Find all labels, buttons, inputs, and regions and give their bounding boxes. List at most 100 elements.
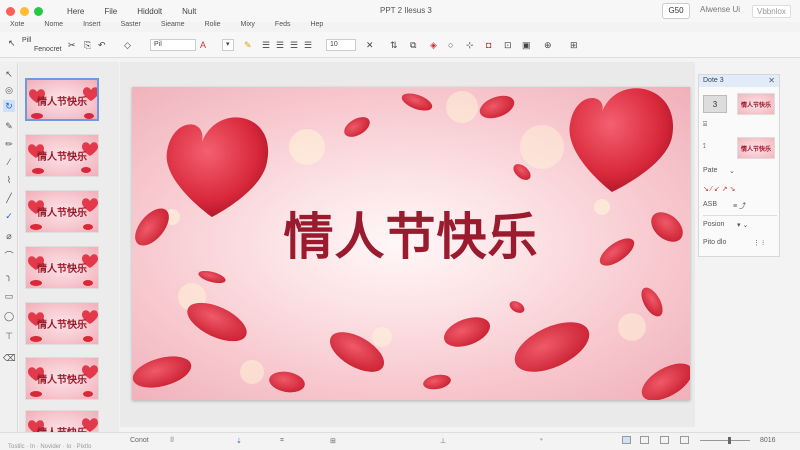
account-selector[interactable]: Alwense Ui	[700, 5, 740, 14]
pointer-tool-icon[interactable]: ↖	[3, 68, 15, 80]
lock-icon[interactable]: ⌸	[703, 121, 707, 129]
align-right-icon[interactable]: ☰	[290, 39, 298, 51]
slide-thumbnail-4[interactable]: 情人节快乐	[25, 246, 99, 289]
zoom-slider[interactable]	[700, 440, 750, 441]
font-color-icon[interactable]: A	[200, 39, 206, 51]
lasso-tool-icon[interactable]: ◎	[3, 84, 15, 96]
tab-saster[interactable]: Saster	[111, 18, 151, 32]
maximize-window-button[interactable]	[34, 6, 43, 16]
position-chevron-icon[interactable]: ▾ ⌄	[737, 221, 748, 229]
find-icon[interactable]: ⊕	[544, 39, 552, 51]
tab-xote[interactable]: Xote	[0, 18, 34, 32]
minimize-window-button[interactable]	[20, 6, 29, 16]
position-section-label: Posion	[703, 221, 725, 228]
arrange-icon[interactable]: ⧉	[410, 39, 416, 51]
line-shape-icon[interactable]: ⊹	[466, 39, 474, 51]
zoom-slider-handle[interactable]	[728, 437, 731, 444]
slide-thumbnail-2[interactable]: 情人节快乐	[25, 134, 99, 177]
font-name-dropdown[interactable]: Pil	[150, 39, 196, 51]
effects-icon[interactable]: ⊡	[504, 39, 512, 51]
reading-view-button[interactable]	[660, 436, 669, 444]
position-stepper-icon[interactable]: ⋮ ⁝	[753, 239, 764, 247]
tab-sieame[interactable]: Sieame	[151, 18, 195, 32]
tab-feds[interactable]: Feds	[265, 18, 301, 32]
layout-preview-2[interactable]: 情人节快乐	[737, 137, 775, 159]
thumbnail-title: 情人节快乐	[37, 264, 87, 275]
text-tool-icon[interactable]: ⊤	[3, 330, 15, 342]
font-size-dropdown[interactable]: 10	[326, 39, 356, 51]
shape-icon[interactable]: ◇	[124, 39, 131, 51]
align-left-icon[interactable]: ☰	[262, 39, 270, 51]
outline-color-icon[interactable]: ◘	[486, 39, 491, 51]
slide-thumbnail-3[interactable]: 情人节快乐	[25, 190, 99, 233]
close-window-button[interactable]	[6, 6, 15, 16]
rectangle-tool-icon[interactable]: ▭	[3, 290, 15, 302]
clear-format-icon[interactable]: ✕	[366, 39, 374, 51]
check-tool-icon[interactable]: ✓	[3, 210, 15, 222]
replace-icon[interactable]: ⊞	[570, 39, 578, 51]
slide-thumbnail-7[interactable]: 情人节快乐	[25, 410, 99, 432]
tab-rolie[interactable]: Rolie	[195, 18, 231, 32]
font-options-chevron-icon[interactable]: ▾	[222, 39, 234, 51]
tab-nome[interactable]: Nome	[34, 18, 73, 32]
tab-mixy[interactable]: Mixy	[231, 18, 265, 32]
slide-title[interactable]: 情人节快乐	[132, 197, 690, 269]
line-tool-icon[interactable]: ╱	[3, 192, 15, 204]
status-comment-icon[interactable]: ⌗	[280, 437, 284, 445]
bend-tool-icon[interactable]: ╮	[3, 270, 15, 282]
text-direction-icon[interactable]: ⇅	[390, 39, 398, 51]
tab-insert[interactable]: Insert	[73, 18, 111, 32]
pen-tool-icon[interactable]: ✎	[3, 120, 15, 132]
paste-label[interactable]: Pill	[22, 35, 31, 47]
status-spell-icon[interactable]: ⊥	[440, 437, 446, 445]
marker-tool-icon[interactable]: ⁄	[3, 156, 15, 168]
pencil-tool-icon[interactable]: ✏	[3, 138, 15, 150]
cut-icon[interactable]: ✂	[68, 39, 76, 51]
circle-shape-icon[interactable]: ○	[448, 39, 453, 51]
distribute-icon[interactable]: ≡ ⤴	[733, 201, 746, 211]
status-layout-icon[interactable]: ⊞	[330, 437, 336, 445]
justify-icon[interactable]: ☰	[304, 39, 312, 51]
copy-icon[interactable]: ⎘	[84, 39, 91, 51]
status-notes-icon[interactable]: ⌷	[170, 437, 174, 445]
ellipse-tool-icon[interactable]: ◯	[3, 310, 15, 322]
picture-icon[interactable]: ▣	[522, 39, 531, 51]
menu-item-here[interactable]: Here	[57, 7, 94, 16]
layout-preview-1[interactable]: 情人节快乐	[737, 93, 775, 115]
account-extra-button[interactable]: Vbbnlox	[752, 5, 791, 18]
menu-item-nult[interactable]: Nult	[172, 7, 206, 16]
slide-thumbnails-panel: 情人节快乐 情人节快乐 情人节快乐 情人节快乐 情人节快乐 情人节快乐	[19, 62, 119, 432]
status-sort-icon[interactable]: ⇣	[236, 437, 242, 445]
menu-item-file[interactable]: File	[94, 7, 127, 16]
highlight-icon[interactable]: ✎	[244, 39, 252, 51]
zoom-level[interactable]: 8016	[760, 437, 776, 444]
grid-view-button[interactable]	[640, 436, 649, 444]
slideshow-button[interactable]	[680, 436, 689, 444]
eraser-tool-icon[interactable]: ⌫	[3, 352, 16, 364]
panel-row-chevron-icon[interactable]: ⌄	[729, 167, 735, 175]
slide-number-box[interactable]: 3	[703, 95, 727, 113]
rotate-tool-icon[interactable]: ↻	[3, 100, 15, 112]
slide-thumbnail-5[interactable]: 情人节快乐	[25, 302, 99, 345]
slide-thumbnail-1[interactable]: 情人节快乐	[25, 78, 99, 121]
share-button[interactable]: G50	[662, 3, 690, 19]
normal-view-button[interactable]	[622, 436, 631, 444]
brush-tool-icon[interactable]: ⌇	[3, 174, 15, 186]
undo-icon[interactable]: ↶	[98, 39, 106, 51]
cursor-tool-icon[interactable]: ↖	[8, 37, 16, 49]
slide-thumbnail-6[interactable]: 情人节快乐	[25, 357, 99, 400]
position-value-label: Pito dlo	[703, 239, 727, 246]
eyedropper-tool-icon[interactable]: ⌀	[3, 230, 15, 242]
tab-hep[interactable]: Hep	[300, 18, 333, 32]
fill-color-icon[interactable]: ◈	[430, 39, 437, 51]
curve-tool-icon[interactable]: ⌒	[3, 250, 15, 262]
align-center-icon[interactable]: ☰	[276, 39, 284, 51]
format-painter-label[interactable]: Fenocret	[34, 44, 62, 56]
close-icon[interactable]: ✕	[768, 75, 775, 87]
arrow-tool-icon[interactable]: ↘ ⁄ ↙ ↗ ↘	[703, 185, 735, 193]
menu-item-hiddolt[interactable]: Hiddolt	[127, 7, 172, 16]
panel-row-label-2: ASB	[703, 201, 718, 208]
pin-icon[interactable]: ⟟	[703, 143, 706, 151]
main-slide[interactable]: 情人节快乐	[132, 87, 690, 400]
status-language-icon[interactable]: ᐤ	[540, 437, 543, 445]
